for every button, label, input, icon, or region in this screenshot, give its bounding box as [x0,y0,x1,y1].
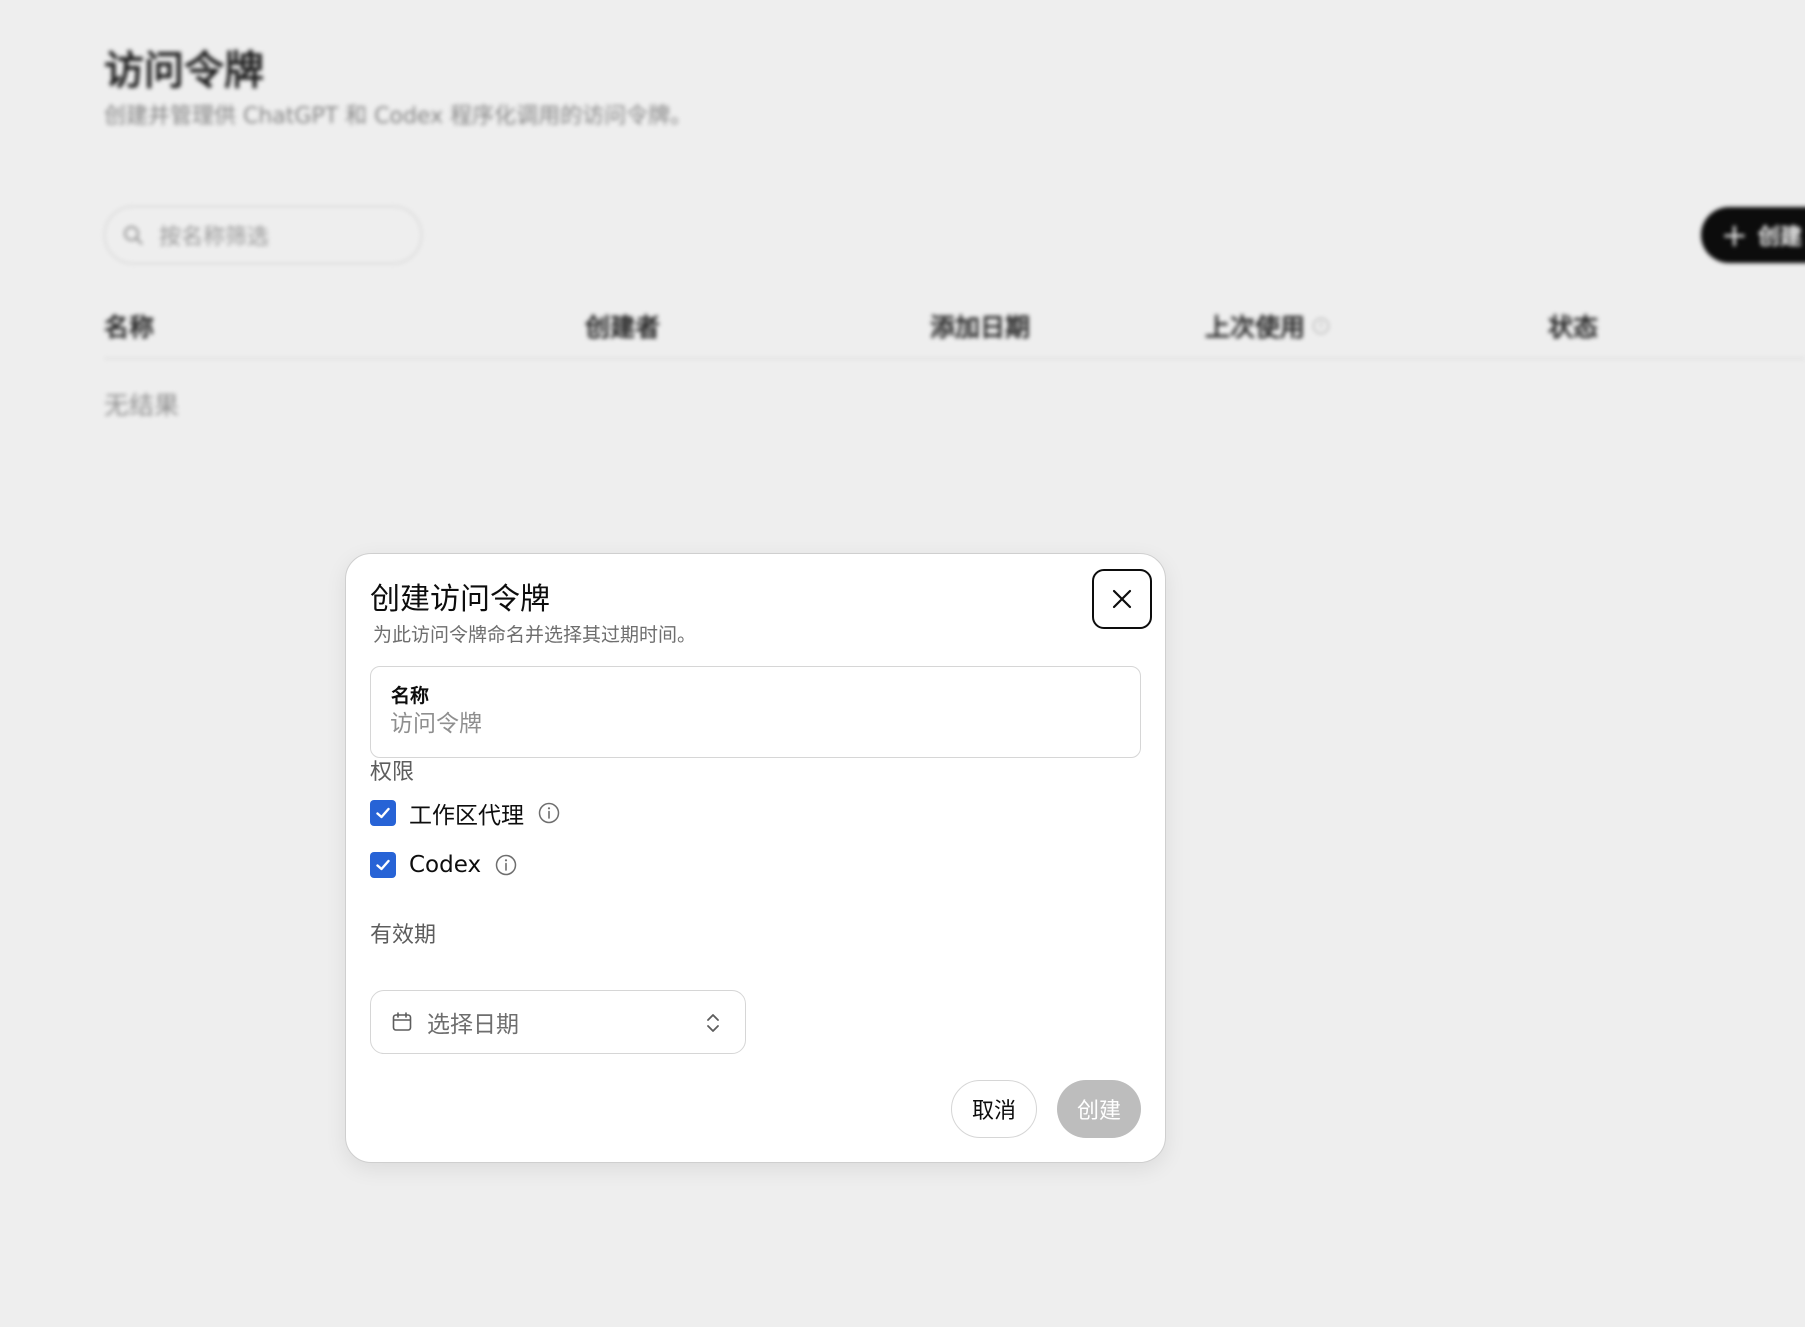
checkmark-icon [376,859,390,871]
expiry-date-placeholder: 选择日期 [427,1012,519,1038]
info-icon[interactable] [538,802,560,824]
permission-item-workspace-agent[interactable]: 工作区代理 [370,798,560,829]
permissions-label: 权限 [370,760,415,785]
calendar-icon [391,1011,413,1033]
chevron-up-down-icon [703,1011,723,1035]
expiry-date-picker[interactable]: 选择日期 [370,990,746,1054]
close-icon [1111,588,1133,610]
workspace-agent-checkbox[interactable] [370,800,396,826]
create-button[interactable]: 创建 [1057,1080,1141,1138]
expiry-label: 有效期 [370,923,437,948]
cancel-button[interactable]: 取消 [951,1080,1037,1138]
permission-item-codex[interactable]: Codex [370,850,517,880]
dialog-title: 创建访问令牌 [370,582,550,617]
create-token-dialog: 创建访问令牌 为此访问令牌命名并选择其过期时间。 名称 权限 工作区代理 [345,553,1166,1163]
info-icon[interactable] [495,854,517,876]
permission-label: 工作区代理 [409,803,524,829]
close-button[interactable] [1092,569,1152,629]
name-field-label: 名称 [391,685,430,707]
codex-checkbox[interactable] [370,852,396,878]
checkmark-icon [376,807,390,819]
dialog-description: 为此访问令牌命名并选择其过期时间。 [373,624,697,646]
permission-label: Codex [409,852,482,878]
name-input[interactable] [390,711,1110,737]
name-field[interactable]: 名称 [370,666,1141,758]
